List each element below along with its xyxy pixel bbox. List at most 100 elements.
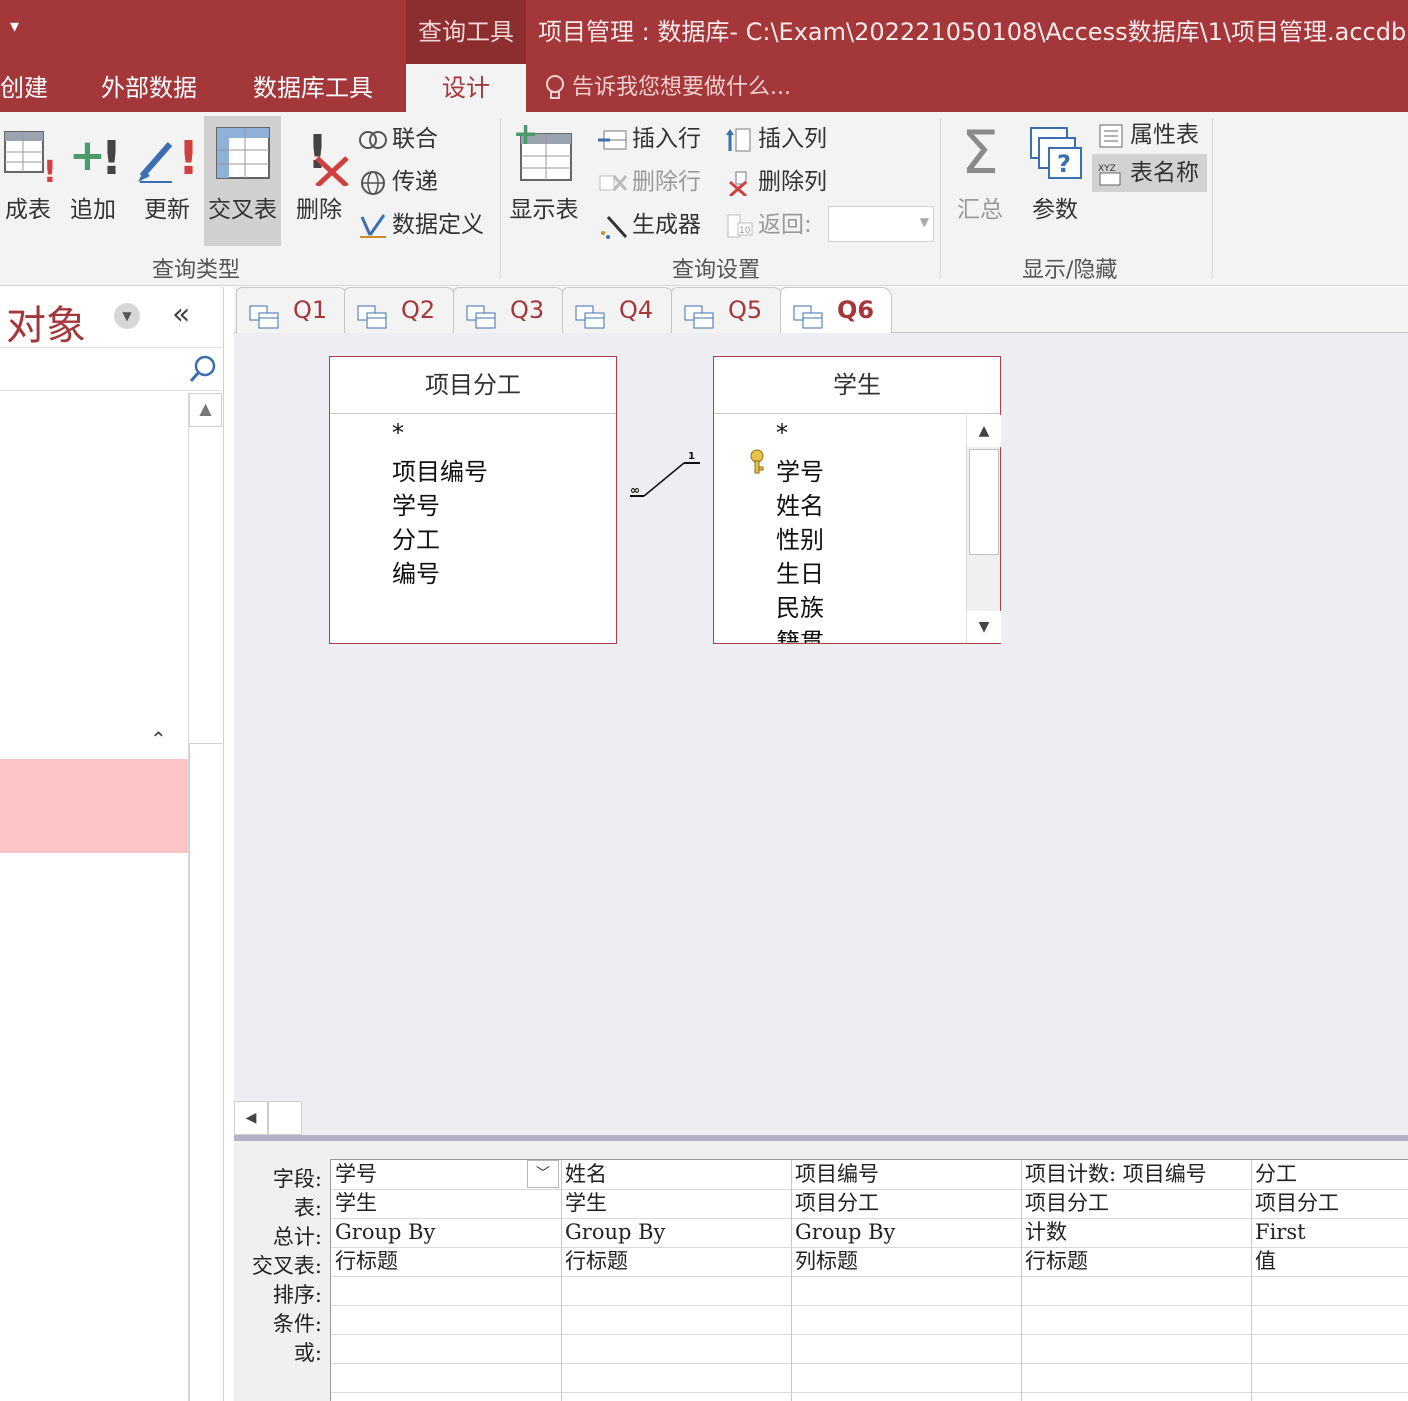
row-label-table: 表: xyxy=(293,1196,322,1220)
cell-total[interactable]: Group By xyxy=(561,1218,791,1247)
cell-table[interactable]: 项目分工 xyxy=(1021,1189,1251,1218)
show-table-button[interactable]: + 显示表 xyxy=(506,116,582,246)
union-icon xyxy=(358,127,388,153)
cell-table[interactable]: 学生 xyxy=(331,1189,561,1218)
cell-table[interactable]: 学生 xyxy=(561,1189,791,1218)
delete-query-button[interactable]: ! 删除 xyxy=(288,116,350,246)
delete-columns-button[interactable]: 删除列 xyxy=(724,163,827,201)
cell-table[interactable]: 项目分工 xyxy=(791,1189,1021,1218)
field-dropdown-button[interactable]: ﹀ xyxy=(527,1160,559,1188)
svg-text:!: ! xyxy=(43,155,53,186)
totals-label: 汇总 xyxy=(957,197,1003,223)
append-label: 追加 xyxy=(70,197,116,223)
tab-database-tools[interactable]: 数据库工具 xyxy=(253,64,373,112)
crosstab-button[interactable]: 交叉表 xyxy=(204,116,281,246)
design-area-hscrollbar[interactable]: ◀ xyxy=(234,1101,1408,1135)
cell-field[interactable]: 姓名 xyxy=(561,1160,791,1189)
field-list-scrollbar[interactable]: ▲ ▼ xyxy=(966,415,1001,643)
tab-q5[interactable]: Q5 xyxy=(671,287,783,333)
make-table-button[interactable]: ! 成表 xyxy=(0,116,57,246)
field-list-title[interactable]: 学生 xyxy=(714,357,1000,414)
field-item[interactable]: 姓名 xyxy=(776,486,824,521)
union-button[interactable]: 联合 xyxy=(358,120,438,158)
append-button[interactable]: +! 追加 xyxy=(62,116,124,246)
row-label-total: 总计: xyxy=(272,1225,322,1249)
nav-search-input[interactable] xyxy=(0,348,180,390)
nav-scrollbar[interactable]: ▲ xyxy=(188,393,222,1401)
field-list-title[interactable]: 项目分工 xyxy=(330,357,616,414)
parameters-icon: ? xyxy=(1025,120,1085,186)
lightbulb-icon xyxy=(546,75,564,99)
cell-table[interactable]: 项目分工 xyxy=(1251,1189,1408,1218)
scroll-left-arrow-icon[interactable]: ◀ xyxy=(234,1101,268,1135)
builder-button[interactable]: 生成器 xyxy=(598,206,701,244)
cell-field[interactable]: 学号 xyxy=(331,1160,527,1189)
cell-field[interactable]: 分工 xyxy=(1251,1160,1408,1189)
tab-q2[interactable]: Q2 xyxy=(344,287,456,333)
svg-text:!: ! xyxy=(101,131,121,185)
group-collapse-icon[interactable]: ⌃ xyxy=(150,727,167,751)
field-item[interactable]: 生日 xyxy=(776,554,824,589)
search-icon[interactable] xyxy=(188,354,218,384)
field-item[interactable]: 籍贯 xyxy=(776,622,824,643)
field-item[interactable]: 民族 xyxy=(776,588,824,623)
field-item[interactable]: 分工 xyxy=(392,520,440,555)
table-names-button[interactable]: XYZ 表名称 xyxy=(1092,154,1207,192)
totals-button[interactable]: Σ 汇总 xyxy=(946,116,1014,246)
nav-selected-item[interactable] xyxy=(0,759,188,853)
query-icon xyxy=(684,299,714,329)
tab-q4[interactable]: Q4 xyxy=(562,287,674,333)
scroll-up-arrow-icon[interactable]: ▲ xyxy=(189,393,222,427)
tab-q1[interactable]: Q1 xyxy=(236,287,348,333)
cell-total[interactable]: Group By xyxy=(331,1218,561,1247)
tab-external-data[interactable]: 外部数据 xyxy=(101,64,197,112)
tab-q3[interactable]: Q3 xyxy=(453,287,565,333)
property-sheet-button[interactable]: 属性表 xyxy=(1096,116,1199,154)
cell-crosstab[interactable]: 列标题 xyxy=(791,1247,1021,1276)
scroll-down-arrow-icon[interactable]: ▼ xyxy=(967,611,1001,643)
hscroll-thumb[interactable] xyxy=(268,1101,302,1135)
cell-total[interactable]: Group By xyxy=(791,1218,1021,1247)
tab-design[interactable]: 设计 xyxy=(406,64,526,112)
nav-menu-dropdown[interactable]: ▼ xyxy=(114,303,140,329)
cell-total[interactable]: First xyxy=(1251,1218,1408,1247)
field-item[interactable]: 性别 xyxy=(776,520,824,555)
field-item[interactable]: * xyxy=(776,419,788,447)
scroll-up-arrow-icon[interactable]: ▲ xyxy=(967,415,1001,447)
nav-pane-title[interactable]: 对象 xyxy=(6,293,86,351)
cell-crosstab[interactable]: 行标题 xyxy=(1021,1247,1251,1276)
insert-columns-button[interactable]: 插入列 xyxy=(724,120,827,158)
tab-q3-label: Q3 xyxy=(510,296,545,324)
update-button[interactable]: ! 更新 xyxy=(134,116,200,246)
field-item[interactable]: * xyxy=(392,419,404,447)
field-item[interactable]: 项目编号 xyxy=(392,452,488,487)
field-item[interactable]: 学号 xyxy=(392,486,440,521)
nav-scroll-thumb[interactable] xyxy=(189,743,222,1401)
cell-total[interactable]: 计数 xyxy=(1021,1218,1251,1247)
cell-crosstab[interactable]: 行标题 xyxy=(331,1247,561,1276)
cell-field[interactable]: 项目编号 xyxy=(791,1160,1021,1189)
field-list-xiangmu-fengong[interactable]: 项目分工 * 项目编号 学号 分工 编号 xyxy=(329,356,617,644)
tab-q6[interactable]: Q6 xyxy=(780,287,892,334)
cell-crosstab[interactable]: 值 xyxy=(1251,1247,1408,1276)
nav-search-box[interactable] xyxy=(0,347,222,391)
grid-line xyxy=(331,1363,1408,1364)
field-item[interactable]: 编号 xyxy=(392,554,440,589)
tab-create[interactable]: 创建 xyxy=(0,64,48,112)
data-definition-button[interactable]: 数据定义 xyxy=(358,206,484,244)
nav-collapse-button[interactable]: « xyxy=(172,297,190,332)
parameters-button[interactable]: ? 参数 xyxy=(1020,116,1090,246)
svg-text:10: 10 xyxy=(739,226,751,236)
cell-crosstab[interactable]: 行标题 xyxy=(561,1247,791,1276)
field-item[interactable]: 学号 xyxy=(776,452,824,487)
grid-line xyxy=(331,1305,1408,1306)
insert-rows-button[interactable]: 插入行 xyxy=(598,120,701,158)
table-names-icon: XYZ xyxy=(1096,161,1126,187)
tab-q5-label: Q5 xyxy=(728,296,763,324)
passthrough-button[interactable]: 传递 xyxy=(358,163,438,201)
field-list-xuesheng[interactable]: 学生 * 学号 姓名 性别 生日 民族 籍贯 ▲ ▼ xyxy=(713,356,1001,644)
tell-me-box[interactable]: 告诉我您想要做什么... xyxy=(544,64,791,112)
cell-field[interactable]: 项目计数: 项目编号 xyxy=(1021,1160,1251,1189)
quick-access-dropdown[interactable]: ▾ xyxy=(10,16,19,37)
scroll-thumb[interactable] xyxy=(969,449,999,555)
